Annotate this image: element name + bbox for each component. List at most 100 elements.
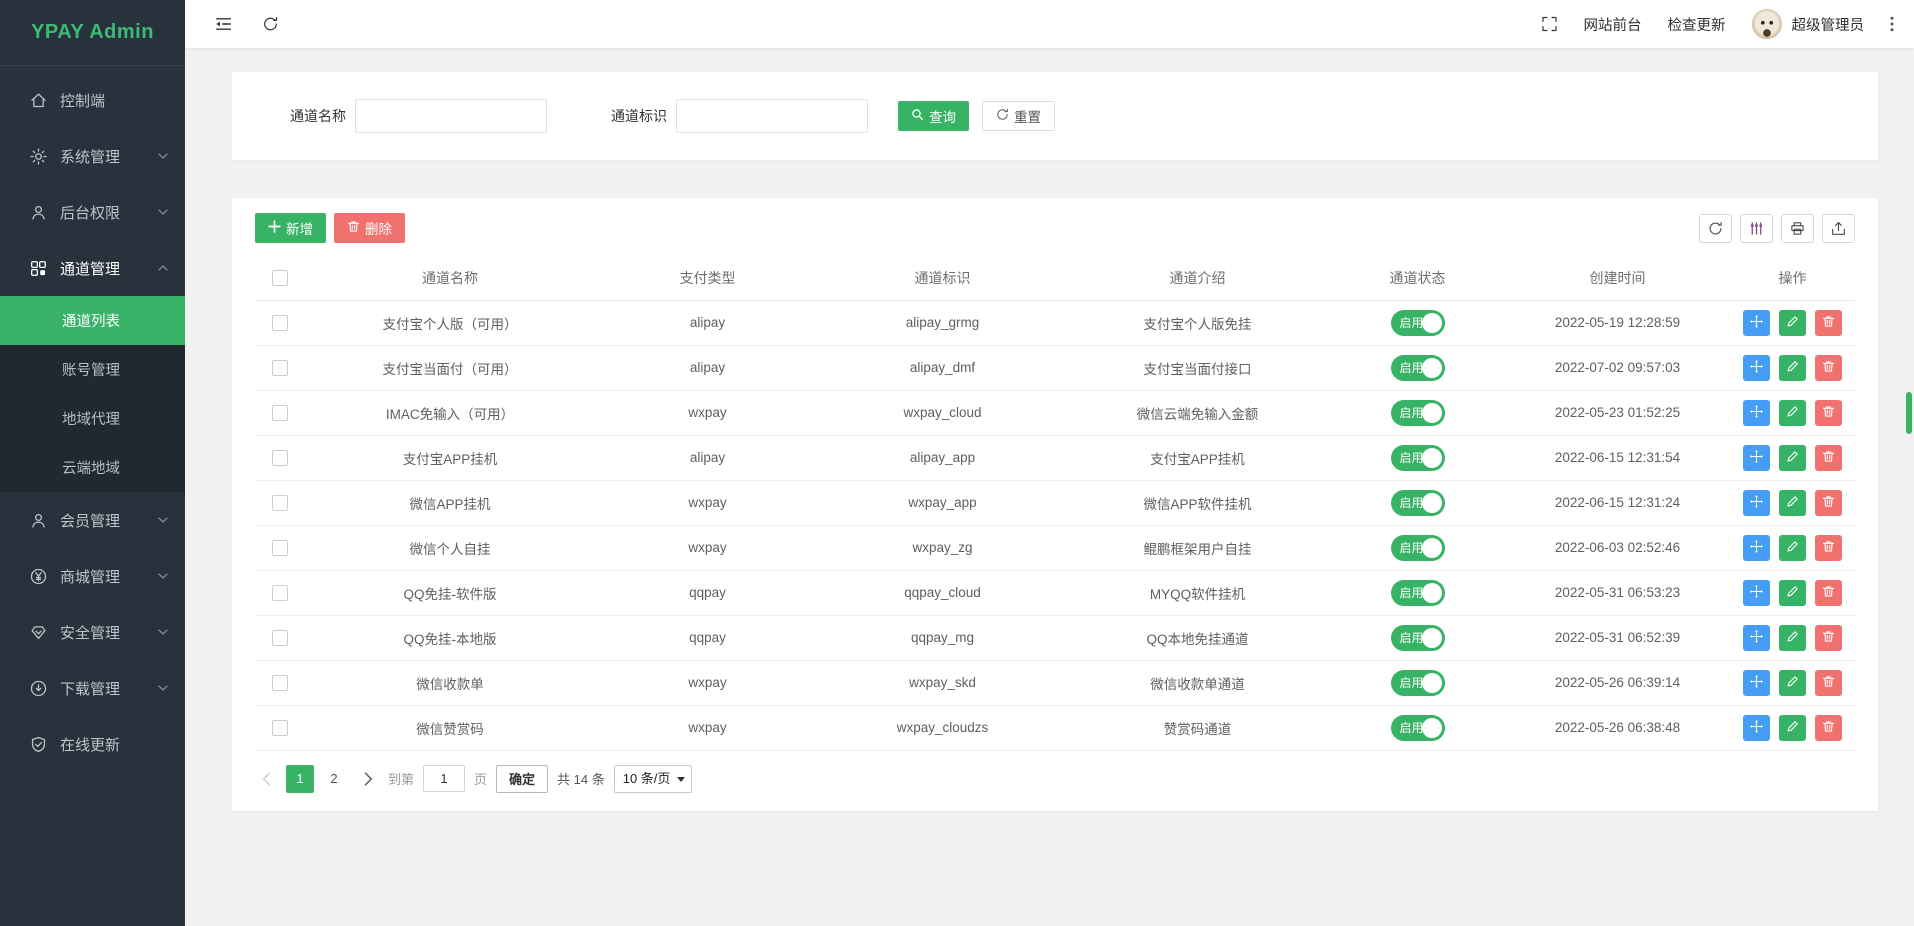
edit-button[interactable] [1779, 400, 1806, 426]
edit-button[interactable] [1779, 490, 1806, 516]
table-refresh-button[interactable] [1699, 214, 1732, 243]
move-button[interactable] [1743, 355, 1770, 381]
row-checkbox[interactable] [272, 675, 288, 691]
status-toggle[interactable]: 启用 [1391, 490, 1445, 516]
avatar[interactable] [1752, 9, 1782, 39]
table-print-button[interactable] [1781, 214, 1814, 243]
channel-name-input[interactable] [355, 99, 547, 133]
row-delete-button[interactable] [1815, 490, 1842, 516]
fullscreen-icon[interactable] [1541, 16, 1558, 32]
table-columns-button[interactable] [1740, 214, 1773, 243]
scrollbar-thumb[interactable] [1906, 392, 1912, 434]
row-delete-button[interactable] [1815, 400, 1842, 426]
status-toggle[interactable]: 启用 [1391, 400, 1445, 426]
toggle-knob [1422, 583, 1442, 603]
row-delete-button[interactable] [1815, 310, 1842, 336]
channel-id-input[interactable] [676, 99, 868, 133]
status-toggle[interactable]: 启用 [1391, 310, 1445, 336]
query-button[interactable]: 查询 [898, 101, 969, 131]
row-checkbox[interactable] [272, 540, 288, 556]
status-toggle[interactable]: 启用 [1391, 445, 1445, 471]
refresh-icon[interactable] [262, 16, 279, 32]
row-checkbox[interactable] [272, 495, 288, 511]
select-all-checkbox[interactable] [272, 270, 288, 286]
table-export-button[interactable] [1822, 214, 1855, 243]
collapse-menu-icon[interactable] [215, 16, 232, 32]
move-button[interactable] [1743, 490, 1770, 516]
row-checkbox[interactable] [272, 360, 288, 376]
next-page-icon[interactable] [357, 765, 379, 793]
row-delete-button[interactable] [1815, 445, 1842, 471]
page-button[interactable]: 2 [320, 765, 348, 793]
sidebar-item-channel-list[interactable]: 通道列表 [0, 296, 185, 345]
user-menu[interactable]: 超级管理员 [1752, 9, 1865, 39]
move-button[interactable] [1743, 445, 1770, 471]
move-button[interactable] [1743, 670, 1770, 696]
sidebar-item-member[interactable]: 会员管理 [0, 492, 185, 548]
move-button[interactable] [1743, 535, 1770, 561]
delete-button-label: 删除 [365, 218, 392, 238]
table-row: 微信APP挂机 wxpay wxpay_app 微信APP软件挂机 启用 202… [255, 480, 1855, 525]
row-delete-button[interactable] [1815, 535, 1842, 561]
row-checkbox[interactable] [272, 585, 288, 601]
pencil-icon [1786, 315, 1799, 331]
goto-page-input[interactable] [423, 765, 465, 792]
move-button[interactable] [1743, 400, 1770, 426]
more-menu-icon[interactable] [1890, 16, 1894, 32]
sidebar-item-cloud-region[interactable]: 云端地域 [0, 443, 185, 492]
status-toggle[interactable]: 启用 [1391, 535, 1445, 561]
status-toggle[interactable]: 启用 [1391, 670, 1445, 696]
table-row: 支付宝APP挂机 alipay alipay_app 支付宝APP挂机 启用 2… [255, 435, 1855, 480]
sidebar-item-region-agent[interactable]: 地域代理 [0, 394, 185, 443]
row-delete-button[interactable] [1815, 625, 1842, 651]
sidebar-item-channel[interactable]: 通道管理 [0, 240, 185, 296]
row-delete-button[interactable] [1815, 580, 1842, 606]
confirm-button[interactable]: 确定 [496, 765, 548, 793]
status-toggle[interactable]: 启用 [1391, 625, 1445, 651]
topbar-left [215, 16, 279, 32]
reset-button[interactable]: 重置 [982, 101, 1055, 131]
status-toggle[interactable]: 启用 [1391, 580, 1445, 606]
check-update-link[interactable]: 检查更新 [1668, 14, 1726, 35]
add-button[interactable]: 新增 [255, 213, 326, 243]
move-button[interactable] [1743, 625, 1770, 651]
sidebar-item-download[interactable]: 下载管理 [0, 660, 185, 716]
edit-button[interactable] [1779, 670, 1806, 696]
move-button[interactable] [1743, 715, 1770, 741]
row-delete-button[interactable] [1815, 670, 1842, 696]
edit-button[interactable] [1779, 355, 1806, 381]
move-button[interactable] [1743, 580, 1770, 606]
main-area: 网站前台 检查更新 超级管理员 通道名称 通道标识 查询 [185, 0, 1914, 926]
sidebar-item-security[interactable]: 安全管理 [0, 604, 185, 660]
sidebar-item-account[interactable]: 账号管理 [0, 345, 185, 394]
sidebar-item-console[interactable]: 控制端 [0, 72, 185, 128]
status-toggle[interactable]: 启用 [1391, 355, 1445, 381]
edit-button[interactable] [1779, 445, 1806, 471]
edit-button[interactable] [1779, 715, 1806, 741]
row-delete-button[interactable] [1815, 715, 1842, 741]
edit-button[interactable] [1779, 625, 1806, 651]
row-checkbox[interactable] [272, 405, 288, 421]
edit-button[interactable] [1779, 580, 1806, 606]
delete-button[interactable]: 删除 [334, 213, 405, 243]
site-front-link[interactable]: 网站前台 [1584, 14, 1642, 35]
sidebar-item-system[interactable]: 系统管理 [0, 128, 185, 184]
status-toggle[interactable]: 启用 [1391, 715, 1445, 741]
sidebar-item-mall[interactable]: 商城管理 [0, 548, 185, 604]
edit-button[interactable] [1779, 310, 1806, 336]
sidebar-item-permission[interactable]: 后台权限 [0, 184, 185, 240]
edit-button[interactable] [1779, 535, 1806, 561]
move-button[interactable] [1743, 310, 1770, 336]
row-checkbox[interactable] [272, 630, 288, 646]
row-checkbox[interactable] [272, 450, 288, 466]
row-checkbox[interactable] [272, 720, 288, 736]
table-toolbar: 新增 删除 [255, 213, 1855, 243]
row-checkbox[interactable] [272, 315, 288, 331]
content: 通道名称 通道标识 查询 重置 [185, 48, 1914, 926]
page-size-select[interactable]: 10 条/页 [614, 765, 692, 793]
toggle-knob [1422, 628, 1442, 648]
row-delete-button[interactable] [1815, 355, 1842, 381]
sidebar-item-update[interactable]: 在线更新 [0, 716, 185, 772]
prev-page-icon[interactable] [255, 765, 277, 793]
page-button[interactable]: 1 [286, 765, 314, 793]
